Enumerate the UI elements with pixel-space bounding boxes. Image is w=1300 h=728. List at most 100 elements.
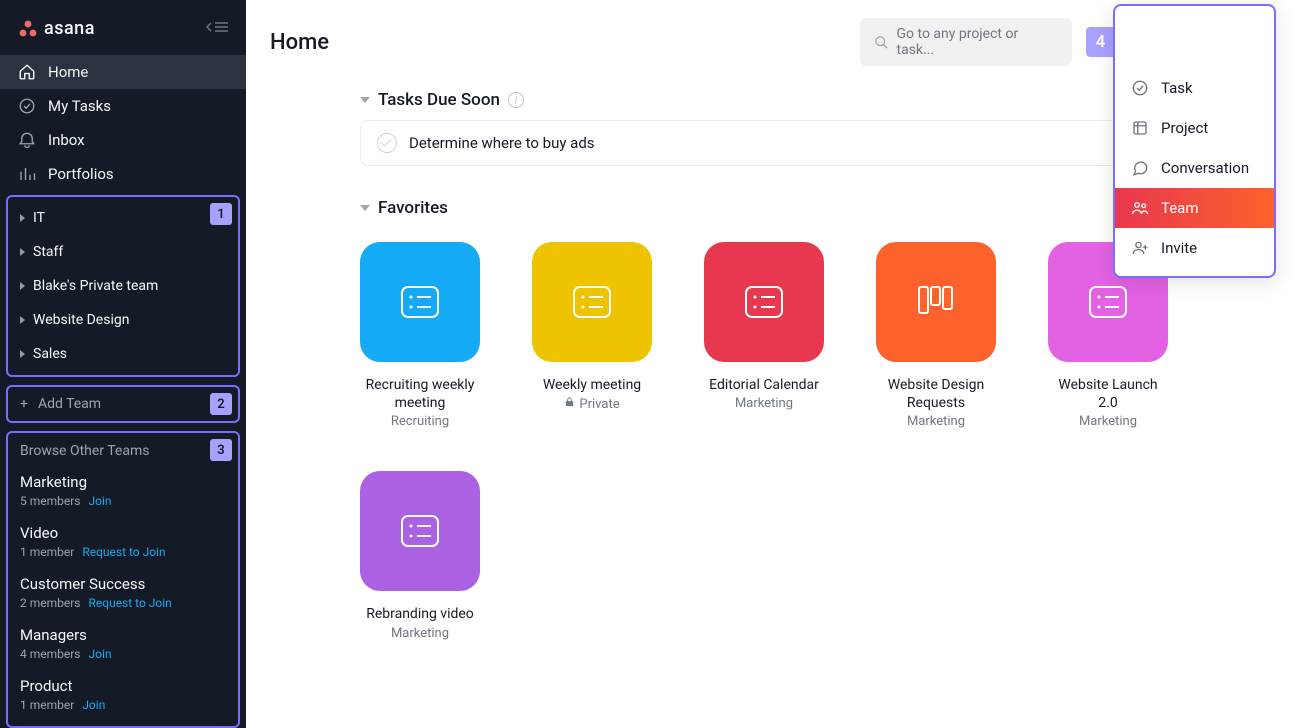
- caret-right-icon: [20, 350, 25, 358]
- favorite-project[interactable]: Website Design Requests Marketing: [876, 242, 996, 429]
- browse-team-name[interactable]: Video: [20, 524, 226, 542]
- callout-badge-4: 4: [1086, 27, 1116, 57]
- search-placeholder: Go to any project or task...: [897, 26, 1058, 58]
- browse-team-item: Video 1 member Request to Join: [8, 518, 238, 569]
- section-title: Favorites: [378, 198, 448, 218]
- sidebar-team-item[interactable]: Staff: [8, 235, 238, 269]
- project-tile: [532, 242, 652, 362]
- browse-team-item: Product 1 member Join: [8, 671, 238, 722]
- project-tile: [360, 471, 480, 591]
- dropdown-label: Invite: [1161, 239, 1197, 257]
- add-team-label: Add Team: [38, 396, 101, 412]
- sidebar-team-item[interactable]: Sales: [8, 337, 238, 371]
- team-name: Blake's Private team: [33, 278, 158, 294]
- page-title: Home: [270, 30, 329, 55]
- collapse-sidebar-icon[interactable]: [206, 20, 228, 38]
- favorite-project[interactable]: Rebranding video Marketing: [360, 471, 480, 640]
- browse-team-name[interactable]: Marketing: [20, 473, 226, 491]
- dropdown-task[interactable]: Task: [1115, 68, 1274, 108]
- dropdown-invite[interactable]: Invite: [1115, 228, 1274, 268]
- project-name: Weekly meeting: [543, 376, 641, 394]
- browse-team-name[interactable]: Managers: [20, 626, 226, 644]
- browse-team-members: 2 members: [20, 596, 81, 610]
- complete-task-icon[interactable]: [377, 133, 397, 153]
- sidebar-team-item[interactable]: Blake's Private team: [8, 269, 238, 303]
- team-name: Website Design: [33, 312, 129, 328]
- nav-inbox[interactable]: Inbox: [0, 123, 246, 157]
- dropdown-label: Team: [1161, 199, 1199, 217]
- dropdown-label: Project: [1161, 119, 1208, 137]
- project-subtitle: Private: [564, 396, 619, 412]
- project-tile: [704, 242, 824, 362]
- browse-teams-section: 3 Browse Other Teams Marketing 5 members J…: [6, 431, 240, 728]
- dropdown-label: Conversation: [1161, 159, 1249, 177]
- add-team-button[interactable]: + Add Team: [8, 387, 238, 421]
- browse-team-item: Marketing 5 members Join: [8, 467, 238, 518]
- caret-right-icon: [20, 282, 25, 290]
- browse-team-name[interactable]: Customer Success: [20, 575, 226, 593]
- caret-down-icon[interactable]: [360, 205, 370, 211]
- project-subtitle: Marketing: [391, 626, 449, 641]
- info-icon[interactable]: i: [508, 92, 524, 108]
- sidebar-team-item[interactable]: IT: [8, 201, 238, 235]
- callout-badge-2: 2: [210, 393, 232, 415]
- main: Home Go to any project or task... 4 + Ne…: [246, 0, 1300, 728]
- browse-teams-header: Browse Other Teams: [8, 433, 238, 467]
- project-name: Rebranding video: [366, 605, 474, 623]
- browse-team-members: 5 members: [20, 494, 81, 508]
- nav-label: Inbox: [48, 131, 85, 149]
- sidebar-team-item[interactable]: Website Design: [8, 303, 238, 337]
- project-tile: [360, 242, 480, 362]
- project-name: Website Launch 2.0: [1048, 376, 1168, 412]
- project-subtitle: Marketing: [907, 414, 965, 429]
- team-name: Sales: [33, 346, 67, 362]
- project-tile: [876, 242, 996, 362]
- caret-down-icon[interactable]: [360, 97, 370, 103]
- browse-team-item: Customer Success 2 members Request to Join: [8, 569, 238, 620]
- browse-team-action[interactable]: Request to Join: [82, 545, 165, 559]
- project-subtitle: Recruiting: [391, 414, 449, 429]
- favorite-project[interactable]: Weekly meeting Private: [532, 242, 652, 429]
- browse-team-members: 4 members: [20, 647, 81, 661]
- section-title: Tasks Due Soon: [378, 90, 500, 110]
- browse-team-action[interactable]: Join: [82, 698, 105, 712]
- project-name: Website Design Requests: [876, 376, 996, 412]
- browse-team-action[interactable]: Join: [89, 494, 112, 508]
- dropdown-team[interactable]: Team: [1115, 188, 1274, 228]
- browse-team-members: 1 member: [20, 545, 74, 559]
- lock-icon: [564, 396, 575, 412]
- team-name: Staff: [33, 244, 63, 260]
- project-name: Recruiting weekly meeting: [360, 376, 480, 412]
- new-dropdown: Task Project Conversation Team Invite: [1113, 4, 1276, 278]
- browse-team-item: Managers 4 members Join: [8, 620, 238, 671]
- caret-right-icon: [20, 316, 25, 324]
- favorite-project[interactable]: Recruiting weekly meeting Recruiting: [360, 242, 480, 429]
- plus-icon: +: [20, 396, 28, 412]
- logo-text: asana: [44, 18, 95, 39]
- asana-logo-icon: [18, 20, 38, 38]
- nav-home[interactable]: Home: [0, 55, 246, 89]
- browse-team-name[interactable]: Product: [20, 677, 226, 695]
- task-title: Determine where to buy ads: [409, 134, 1148, 152]
- browse-team-members: 1 member: [20, 698, 74, 712]
- nav-label: My Tasks: [48, 97, 111, 115]
- callout-badge-3: 3: [210, 439, 232, 461]
- team-name: IT: [33, 210, 45, 226]
- search-input[interactable]: Go to any project or task...: [860, 18, 1072, 66]
- callout-badge-1: 1: [210, 203, 232, 225]
- dropdown-project[interactable]: Project: [1115, 108, 1274, 148]
- sidebar: asana Home My Tasks Inbox Portfolios 1 I…: [0, 0, 246, 728]
- caret-right-icon: [20, 248, 25, 256]
- favorite-project[interactable]: Editorial CalendarMarketing: [704, 242, 824, 429]
- favorites-grid: Recruiting weekly meeting Recruiting Weekl…: [360, 242, 1276, 641]
- nav-mytasks[interactable]: My Tasks: [0, 89, 246, 123]
- project-subtitle: Marketing: [1079, 414, 1137, 429]
- nav-label: Home: [48, 63, 88, 81]
- browse-team-action[interactable]: Request to Join: [89, 596, 172, 610]
- dropdown-conversation[interactable]: Conversation: [1115, 148, 1274, 188]
- add-team-wrap: 2 + Add Team: [6, 385, 240, 423]
- browse-team-action[interactable]: Join: [89, 647, 112, 661]
- logo[interactable]: asana: [18, 18, 95, 39]
- sidebar-my-teams: 1 IT Staff Blake's Private team Website Des…: [6, 195, 240, 377]
- nav-portfolios[interactable]: Portfolios: [0, 157, 246, 191]
